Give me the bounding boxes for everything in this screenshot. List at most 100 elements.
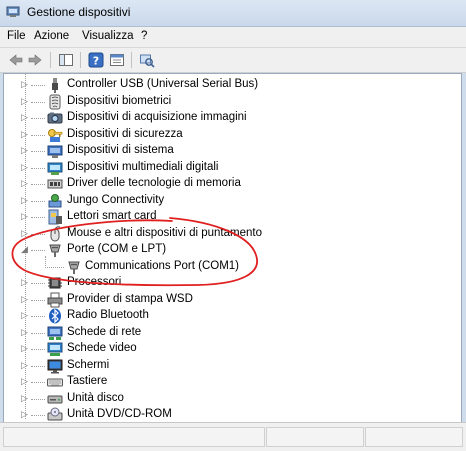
expand-triangle-icon[interactable]: ▷ [21, 294, 29, 304]
tree-guide-line [31, 365, 45, 368]
tree-category-item[interactable]: ▷ Radio Bluetooth [4, 308, 459, 324]
tree-category-item[interactable]: ▷ Dispositivi di sistema [4, 143, 459, 159]
tree-category-item[interactable]: ▷ Schede di rete [4, 325, 459, 341]
show-hide-tree-icon[interactable] [58, 52, 74, 68]
tree-guide-line [31, 167, 45, 170]
bluetooth-icon [49, 308, 61, 324]
expand-triangle-icon[interactable]: ▷ [21, 310, 29, 320]
tree-category-item[interactable]: ◢ Porte (COM e LPT) [4, 242, 459, 258]
toolbar-separator [50, 52, 51, 68]
status-cell [3, 427, 265, 447]
tree-category-item[interactable]: ▷ Tastiere [4, 374, 459, 390]
system-device-icon [47, 145, 63, 158]
device-manager-window: Gestione dispositivi File Azione Visuali… [0, 0, 466, 451]
window-title: Gestione dispositivi [27, 5, 131, 19]
tree-item-label: Schede di rete [67, 325, 142, 338]
collapse-triangle-icon[interactable]: ◢ [21, 244, 29, 254]
expand-triangle-icon[interactable]: ▷ [21, 228, 29, 238]
multimedia-icon [47, 162, 63, 175]
port-icon [49, 244, 61, 257]
tree-item-label: Controller USB (Universal Serial Bus) [67, 78, 259, 90]
expand-triangle-icon[interactable]: ▷ [21, 112, 29, 122]
tree-category-item[interactable]: ▷ Mouse e altri dispositivi di puntamento [4, 225, 459, 242]
tree-item-label: Provider di stampa WSD [67, 292, 193, 305]
tree-item-label: Dispositivi di sicurezza [67, 127, 183, 140]
back-arrow-icon[interactable] [8, 52, 24, 68]
tree-guide-line [31, 332, 45, 335]
tree-category-item[interactable]: ▷ Schermi [4, 358, 459, 374]
menu-azione[interactable]: Azione [34, 30, 69, 42]
tree-item-label: Tastiere [67, 375, 108, 387]
tree-guide-line [31, 398, 45, 401]
tree-item-label: Processori [67, 276, 122, 288]
tree-guide-line [31, 283, 45, 285]
device-manager-app-icon [6, 6, 20, 17]
properties-icon[interactable] [109, 52, 125, 68]
expand-triangle-icon[interactable]: ▷ [21, 393, 29, 403]
tree-guide-line [31, 349, 45, 351]
toolbar-separator [80, 52, 81, 68]
scan-hardware-changes-icon[interactable] [139, 52, 155, 68]
tree-child-item[interactable]: Communications Port (COM1) [4, 259, 459, 275]
expand-triangle-icon[interactable]: ▷ [21, 277, 29, 287]
expand-triangle-icon[interactable]: ▷ [21, 360, 29, 370]
usb-icon [52, 78, 58, 93]
tree-category-item[interactable]: ▷ Lettori smart card [4, 209, 459, 225]
tree-item-label: Driver delle tecnologie di memoria [67, 177, 241, 189]
tree-category-item[interactable]: ▷ Dispositivi biometrici [4, 94, 459, 110]
status-cell [365, 427, 463, 447]
tree-item-label: Schede video [67, 342, 137, 354]
tree-guide-line [31, 101, 45, 104]
disk-drive-icon [47, 395, 63, 403]
expand-triangle-icon[interactable]: ▷ [21, 211, 29, 221]
tree-category-item[interactable]: ▷ Schede video [4, 341, 459, 357]
tree-category-item[interactable]: ▷ Processori [4, 275, 459, 291]
tree-guide-line [31, 217, 45, 219]
tree-item-label: Unità DVD/CD-ROM [67, 408, 172, 420]
menu-visualizza[interactable]: Visualizza [82, 30, 134, 42]
expand-triangle-icon[interactable]: ▷ [21, 96, 29, 106]
device-tree-pane[interactable]: ▷ Controller USB (Universal Serial Bus) ▷ D… [3, 73, 462, 423]
tree-item-label: Communications Port (COM1) [85, 259, 240, 272]
tree-category-item[interactable]: ▷ Driver delle tecnologie di memoria [4, 176, 459, 192]
tree-guide-line [31, 250, 45, 252]
forward-arrow-icon[interactable] [27, 52, 43, 68]
expand-triangle-icon[interactable]: ▷ [21, 162, 29, 172]
tree-item-label: Jungo Connectivity [67, 193, 165, 206]
tree-category-item[interactable]: ▷ Dispositivi di acquisizione immagini [4, 110, 459, 126]
tree-guide-line [31, 415, 45, 417]
tree-item-label: Dispositivi multimediali digitali [67, 160, 219, 173]
expand-triangle-icon[interactable]: ▷ [21, 145, 29, 155]
tree-category-item[interactable]: ▷ Jungo Connectivity [4, 193, 459, 209]
smartcard-icon [48, 209, 62, 225]
expand-triangle-icon[interactable]: ▷ [21, 79, 29, 89]
expand-triangle-icon[interactable]: ▷ [21, 409, 29, 419]
tree-item-label: Dispositivi di sistema [67, 144, 174, 156]
expand-triangle-icon[interactable]: ▷ [21, 129, 29, 139]
expand-triangle-icon[interactable]: ▷ [21, 178, 29, 188]
menu-file[interactable]: File [7, 30, 26, 42]
expand-triangle-icon[interactable]: ▷ [21, 343, 29, 353]
tree-guide-line [31, 299, 45, 302]
title-bar[interactable]: Gestione dispositivi [0, 0, 466, 27]
tree-category-item[interactable]: ▷ Unità disco [4, 391, 459, 407]
tree-guide-line [31, 316, 45, 318]
tree-guide-line [31, 184, 45, 186]
expand-triangle-icon[interactable]: ▷ [21, 327, 29, 337]
tree-category-item[interactable]: ▷ Dispositivi multimediali digitali [4, 160, 459, 176]
security-key-icon [48, 128, 63, 142]
tree-guide-line [31, 118, 45, 120]
tree-category-item[interactable]: ▷ Controller USB (Universal Serial Bus) [4, 77, 459, 93]
tree-category-item[interactable]: ▷ Unità DVD/CD-ROM [4, 407, 459, 422]
expand-triangle-icon[interactable]: ▷ [21, 195, 29, 205]
printer-icon [47, 292, 63, 307]
svg-text:?: ? [93, 55, 99, 68]
toolbar: ? [0, 48, 466, 73]
expand-triangle-icon[interactable]: ▷ [21, 376, 29, 386]
help-icon[interactable]: ? [88, 52, 104, 68]
menu-help[interactable]: ? [141, 30, 147, 42]
tree-category-item[interactable]: ▷ Provider di stampa WSD [4, 292, 459, 308]
mouse-icon [50, 225, 61, 241]
tree-guide-line [45, 266, 64, 269]
tree-category-item[interactable]: ▷ Dispositivi di sicurezza [4, 127, 459, 143]
